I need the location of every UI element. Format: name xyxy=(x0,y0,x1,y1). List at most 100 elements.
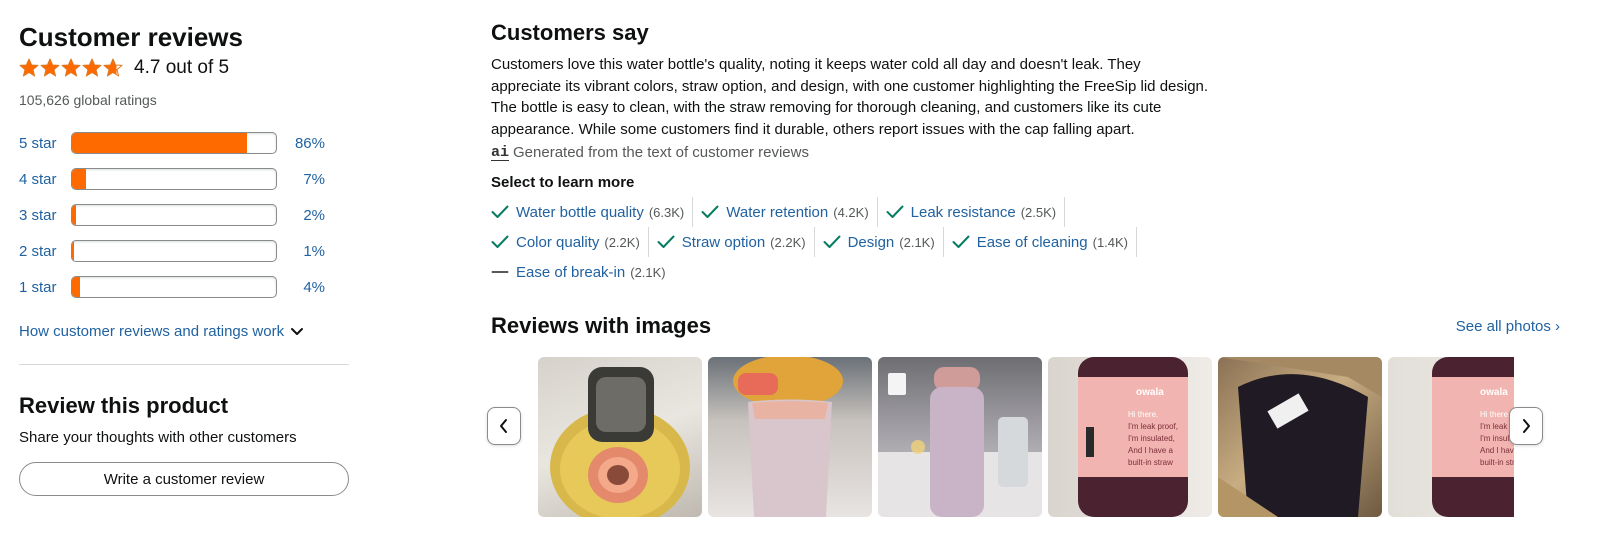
bottle-label-photo: owala Hi there. I'm leak proof, I'm insu… xyxy=(1078,357,1188,518)
histogram-row-4-star[interactable]: 4 star 7% xyxy=(19,161,349,197)
select-to-learn-heading: Select to learn more xyxy=(491,174,635,192)
check-icon xyxy=(701,205,719,219)
star-icon xyxy=(19,58,39,77)
histogram-percent[interactable]: 4% xyxy=(277,279,325,296)
chevron-right-icon xyxy=(1523,419,1530,434)
aspect-chip[interactable]: Straw option (2.2K) xyxy=(657,227,815,258)
aspect-name[interactable]: Leak resistance xyxy=(911,204,1016,221)
star-icon xyxy=(40,58,60,77)
aspect-count: (2.1K) xyxy=(899,234,935,250)
ai-review-summary: Customers love this water bottle's quali… xyxy=(491,56,1209,138)
svg-text:I'm leak proof,: I'm leak proof, xyxy=(1128,422,1178,431)
histogram-bar[interactable] xyxy=(71,240,277,262)
how-reviews-work-link[interactable]: How customer reviews and ratings work xyxy=(19,323,349,340)
histogram-label[interactable]: 2 star xyxy=(19,243,71,260)
section-divider xyxy=(19,364,349,365)
svg-text:Hi there.: Hi there. xyxy=(1480,410,1510,419)
review-product-heading: Review this product xyxy=(19,393,229,418)
histogram-bar[interactable] xyxy=(71,204,277,226)
svg-text:built-in straw: built-in straw xyxy=(1480,458,1514,467)
customers-say-heading: Customers say xyxy=(491,20,649,45)
histogram-percent[interactable]: 86% xyxy=(277,135,325,152)
svg-text:owala: owala xyxy=(1480,387,1508,398)
review-image[interactable] xyxy=(878,357,1042,518)
svg-text:And I have a: And I have a xyxy=(1480,446,1514,455)
aspect-name[interactable]: Water retention xyxy=(726,204,828,221)
star-rating xyxy=(19,58,123,78)
check-icon xyxy=(823,235,841,249)
review-image[interactable] xyxy=(1218,357,1382,518)
customer-reviews-heading: Customer reviews xyxy=(19,22,243,52)
aspect-name[interactable]: Color quality xyxy=(516,234,599,251)
bottle-side-photo xyxy=(733,357,843,518)
bottle-counter-photo xyxy=(878,367,1042,518)
aspect-count: (1.4K) xyxy=(1092,234,1129,250)
aspect-name[interactable]: Straw option xyxy=(682,234,765,251)
histogram-percent[interactable]: 7% xyxy=(277,171,325,188)
reviews-with-images-heading: Reviews with images xyxy=(491,313,712,339)
review-image[interactable]: owala Hi there. I'm leak proof, I'm insu… xyxy=(1048,357,1212,518)
aspect-chip[interactable]: Design (2.1K) xyxy=(823,227,944,258)
aspect-chip[interactable]: Ease of cleaning (1.4K) xyxy=(952,227,1138,258)
star-icon xyxy=(61,58,81,77)
histogram-bar[interactable] xyxy=(71,132,277,154)
aspect-chip[interactable]: Leak resistance (2.5K) xyxy=(886,197,1066,228)
see-all-photos-link[interactable]: See all photos › xyxy=(1456,318,1560,335)
histogram-label[interactable]: 3 star xyxy=(19,207,71,224)
write-review-button[interactable]: Write a customer review xyxy=(19,462,349,496)
aspect-count: (2.2K) xyxy=(604,234,640,250)
aspect-name[interactable]: Design xyxy=(848,234,895,251)
histogram-row-2-star[interactable]: 2 star 1% xyxy=(19,233,349,269)
histogram-row-1-star[interactable]: 1 star 4% xyxy=(19,269,349,305)
review-image[interactable]: owala Hi there. I'm leak proof, I'm insu… xyxy=(1388,357,1514,518)
reviews-with-images-header: Reviews with images See all photos › xyxy=(491,311,1560,341)
average-rating[interactable]: 4.7 out of 5 xyxy=(19,54,349,82)
customers-say-panel: Customers say Customers love this water … xyxy=(487,18,1581,518)
review-image[interactable] xyxy=(708,357,872,518)
how-reviews-work-label[interactable]: How customer reviews and ratings work xyxy=(19,323,284,340)
aspect-count: (6.3K) xyxy=(648,204,685,220)
rating-text: 4.7 out of 5 xyxy=(134,57,230,78)
global-ratings-count: 105,626 global ratings xyxy=(19,92,157,108)
histogram-bar[interactable] xyxy=(71,276,277,298)
check-icon xyxy=(657,235,675,249)
bottle-label-photo: owala Hi there. I'm leak proof, I'm insu… xyxy=(1432,357,1514,518)
histogram-row-3-star[interactable]: 3 star 2% xyxy=(19,197,349,233)
star-icon xyxy=(82,58,102,77)
aspect-chip[interactable]: Ease of break-in (2.1K) xyxy=(491,257,674,287)
aspect-chip[interactable]: Water bottle quality (6.3K) xyxy=(491,197,694,228)
histogram-percent[interactable]: 2% xyxy=(277,207,325,224)
aspect-name[interactable]: Water bottle quality xyxy=(516,204,644,221)
check-icon xyxy=(886,205,904,219)
aspect-name[interactable]: Ease of break-in xyxy=(516,264,625,281)
review-image-list: owala Hi there. I'm leak proof, I'm insu… xyxy=(538,357,1514,518)
dash-icon xyxy=(491,271,509,274)
aspect-count: (2.1K) xyxy=(630,264,666,280)
chevron-left-icon xyxy=(500,419,507,434)
aspect-chip[interactable]: Color quality (2.2K) xyxy=(491,227,649,258)
histogram-row-5-star[interactable]: 5 star 86% xyxy=(19,125,349,161)
review-product-subtitle: Share your thoughts with other customers xyxy=(19,429,297,446)
svg-text:built-in straw: built-in straw xyxy=(1128,458,1173,467)
aspect-chip[interactable]: Water retention (4.2K) xyxy=(701,197,878,228)
review-image[interactable] xyxy=(538,357,702,518)
histogram-label[interactable]: 1 star xyxy=(19,279,71,296)
carousel-prev-button[interactable] xyxy=(487,407,521,446)
aspect-count: (2.2K) xyxy=(770,234,806,250)
ai-generated-note: ai Generated from the text of customer r… xyxy=(491,144,1581,161)
bottle-top-photo xyxy=(550,367,690,518)
check-icon xyxy=(491,235,509,249)
histogram-label[interactable]: 5 star xyxy=(19,135,71,152)
ai-icon: ai xyxy=(491,143,510,161)
histogram-bar[interactable] xyxy=(71,168,277,190)
svg-text:And I have a: And I have a xyxy=(1128,446,1173,455)
svg-text:owala: owala xyxy=(1136,387,1164,398)
histogram-bar-fill xyxy=(72,169,87,189)
aspect-count: (4.2K) xyxy=(833,204,869,220)
histogram-label[interactable]: 4 star xyxy=(19,171,71,188)
aspect-name[interactable]: Ease of cleaning xyxy=(977,234,1088,251)
histogram-percent[interactable]: 1% xyxy=(277,243,325,260)
histogram-bar-fill xyxy=(72,133,248,153)
carousel-next-button[interactable] xyxy=(1509,407,1543,446)
chevron-down-icon[interactable] xyxy=(290,327,304,337)
